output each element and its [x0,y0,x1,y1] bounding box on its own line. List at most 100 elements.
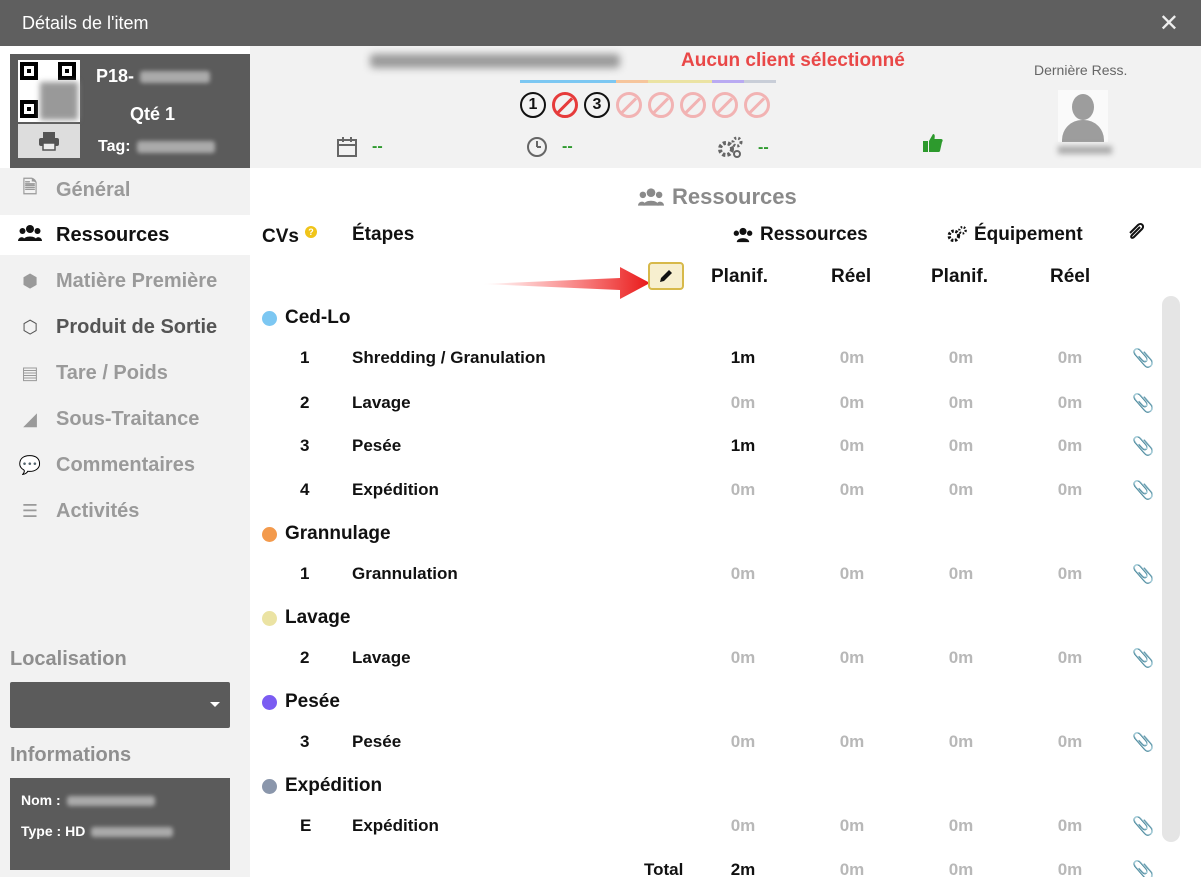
item-quantity: Qté 1 [130,104,176,124]
step-3-icon[interactable]: 3 [584,92,610,118]
clock-icon [527,137,547,157]
sidebar-item-tare-poids[interactable]: ▤ Tare / Poids [0,353,250,393]
table-row: 2 Lavage 0m 0m 0m 0m 📎 [300,648,1155,669]
informations-title: Informations [10,744,132,766]
cubes-icon: ⬢ [22,270,38,291]
column-ressources: Ressources [732,224,868,246]
archive-icon: ▤ [21,362,39,383]
help-icon[interactable]: ? [304,226,317,238]
item-card: P18- Qté 1 Tag: [10,54,250,168]
section-title: Ressources [638,184,797,210]
group-header: Grannulage [262,523,391,545]
step-icons: 1 3 [520,92,770,118]
top-info-bar: Aucun client sélectionné 1 3 -- -- -- De… [250,46,1201,168]
table-row: 3 Pesée 0m 0m 0m 0m 📎 [300,732,1155,753]
date-field: -- [336,136,383,158]
group-color-dot [262,694,277,710]
paperclip-icon[interactable]: 📎 [1132,816,1154,837]
step-8-blocked-icon[interactable] [744,92,770,118]
sidebar-item-sous-traitance[interactable]: ◢ Sous-Traitance [0,399,250,439]
arrow-annotation-icon [482,267,650,299]
column-planif-ressources: Planif. [711,266,769,287]
scrollbar[interactable] [1162,296,1180,842]
thumbs-up-icon [922,132,944,160]
paperclip-icon[interactable]: 📎 [1132,564,1154,585]
table-row: 4 Expédition 0m 0m 0m 0m 📎 [300,480,1155,501]
total-row: Total 2m 0m 0m 0m 📎 [250,856,1160,877]
sidebar-item-general[interactable]: 🗎 Général [0,170,250,210]
cube-icon: ⬡ [22,316,38,337]
date-value: -- [372,138,383,155]
group-color-dot [262,610,277,626]
close-icon[interactable]: ✕ [1159,9,1179,38]
table-row: 1 Grannulation 0m 0m 0m 0m 📎 [300,564,1155,585]
paperclip-icon[interactable]: 📎 [1132,732,1154,753]
window-title: Détails de l'item [22,13,149,33]
sidebar-item-activites[interactable]: ☰ Activités [0,491,250,531]
paperclip-icon[interactable]: 📎 [1132,348,1154,369]
column-etapes: Étapes [352,224,415,245]
table-row: 2 Lavage 0m 0m 0m 0m 📎 [300,393,1155,414]
steps-progress-bar [520,80,776,83]
paperclip-icon[interactable]: 📎 [1132,860,1154,877]
print-button[interactable] [18,124,80,158]
paperclip-icon[interactable]: 📎 [1132,436,1154,457]
item-id: P18- [96,66,211,87]
item-tag: Tag: [98,138,215,156]
list-icon: ☰ [21,500,39,521]
step-1-icon[interactable]: 1 [520,92,546,118]
sidebar-item-ressources[interactable]: Ressources [0,215,250,255]
table-row: E Expédition 0m 0m 0m 0m 📎 [300,816,1155,837]
users-icon [733,227,753,243]
location-title: Localisation [10,648,127,670]
equipment-field: -- [716,136,769,160]
column-equipement: Équipement [946,224,1083,246]
step-4-blocked-icon[interactable] [616,92,642,118]
users-icon [638,188,664,206]
info-type: Type : HD [21,823,174,839]
client-status: Aucun client sélectionné [681,50,905,71]
group-header: Lavage [262,607,350,629]
sidebar-item-commentaires[interactable]: 💬 Commentaires [0,445,250,485]
info-nom: Nom : [21,792,155,808]
printer-icon [39,132,59,151]
document-icon: 🗎 [22,177,38,197]
paperclip-icon[interactable]: 📎 [1132,648,1154,669]
paperclip-icon [1126,222,1146,248]
edit-button[interactable] [648,262,684,290]
paperclip-icon[interactable]: 📎 [1132,480,1154,501]
avatar-name-redacted [1058,146,1112,154]
title-bar: Détails de l'item ✕ [0,0,1201,46]
group-header: Ced-Lo [262,307,350,329]
area-chart-icon: ◢ [23,408,37,429]
sidebar: 🗎 Général Ressources ⬢ Matière Première ⬡ P… [0,168,250,877]
gears-icon [718,136,743,158]
column-reel-ressources: Réel [831,266,872,287]
table-row: 3 Pesée 1m 0m 0m 0m 📎 [300,436,1155,457]
item-name-redacted [370,54,620,68]
sidebar-item-matiere-premiere[interactable]: ⬢ Matière Première [0,261,250,301]
step-5-blocked-icon[interactable] [648,92,674,118]
column-planif-equipement: Planif. [931,266,989,287]
step-2-blocked-icon[interactable] [552,92,578,118]
group-header: Expédition [262,775,382,797]
column-cvs: CVs? [262,226,317,248]
step-6-blocked-icon[interactable] [680,92,706,118]
pencil-icon [660,270,672,282]
group-color-dot [262,778,277,794]
avatar [1058,90,1108,142]
column-reel-equipement: Réel [1050,266,1091,287]
equipment-value: -- [758,139,769,156]
paperclip-icon[interactable]: 📎 [1132,393,1154,414]
users-icon [18,224,42,247]
last-resource-label: Dernière Ress. [1034,62,1128,78]
sidebar-item-produit-de-sortie[interactable]: ⬡ Produit de Sortie [0,307,250,347]
comments-icon: 💬 [18,454,42,475]
calendar-icon [337,137,357,157]
group-header: Pesée [262,691,340,713]
informations-box: Nom : Type : HD [10,778,230,870]
step-7-blocked-icon[interactable] [712,92,738,118]
main-panel: Ressources CVs? Étapes Ressources Équipe… [250,168,1201,877]
location-select[interactable] [10,682,230,728]
group-color-dot [262,310,277,326]
